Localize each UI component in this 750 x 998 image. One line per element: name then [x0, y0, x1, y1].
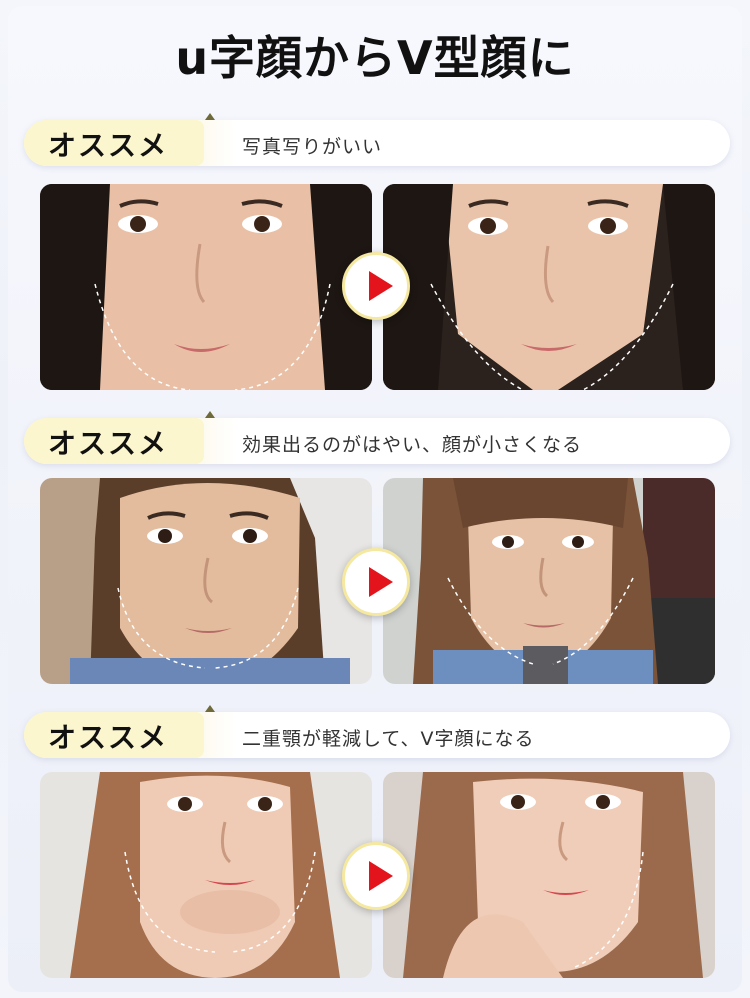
section-description: 二重顎が軽減して、V字顔になる: [242, 728, 535, 750]
badge-notch: [205, 705, 215, 712]
before-photo-2: [40, 478, 372, 684]
badge-notch: [205, 113, 215, 120]
recommend-badge-label: オススメ: [48, 721, 169, 754]
page-title: u字顔からV型顔に: [175, 31, 575, 85]
after-photo-3: [383, 772, 715, 978]
section-description: 写真写りがいい: [242, 136, 383, 158]
before-photo-1: [40, 184, 372, 390]
play-arrow-icon: [342, 252, 410, 320]
play-arrow-icon: [342, 548, 410, 616]
before-photo-3: [40, 772, 372, 978]
recommend-badge-label: オススメ: [48, 129, 169, 162]
after-photo-2: [383, 478, 715, 684]
section-description: 効果出るのがはやい、顔が小さくなる: [242, 434, 583, 456]
play-arrow-icon: [342, 842, 410, 910]
badge-notch: [205, 411, 215, 418]
recommend-badge-label: オススメ: [48, 427, 169, 460]
after-photo-1: [383, 184, 715, 390]
